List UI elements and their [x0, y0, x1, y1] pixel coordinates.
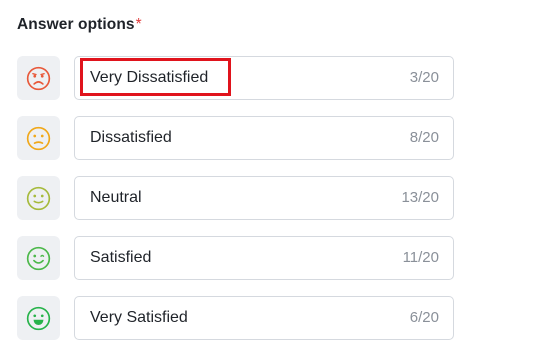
- answer-option-row: Dissatisfied 8/20: [17, 116, 454, 160]
- answer-options-form: Answer options* Very Dissatisfied 3/20 D…: [0, 0, 540, 362]
- answer-option-input[interactable]: Dissatisfied 8/20: [74, 116, 454, 160]
- very-dissatisfied-icon-button[interactable]: [17, 56, 60, 100]
- satisfied-face-icon: [26, 246, 51, 270]
- character-count: 8/20: [409, 129, 439, 146]
- answer-option-text: Very Satisfied: [90, 309, 188, 326]
- character-count: 11/20: [402, 249, 439, 266]
- answer-option-text: Dissatisfied: [90, 129, 172, 146]
- answer-option-input[interactable]: Satisfied 11/20: [74, 236, 454, 280]
- answer-option-row: Satisfied 11/20: [17, 236, 454, 280]
- very-satisfied-face-icon: [26, 306, 51, 330]
- answer-options-label-text: Answer options: [17, 16, 135, 33]
- answer-option-row: Very Satisfied 6/20: [17, 296, 454, 340]
- dissatisfied-icon-button[interactable]: [17, 116, 60, 160]
- character-count: 13/20: [401, 189, 439, 206]
- answer-options-label: Answer options*: [17, 14, 142, 36]
- very-satisfied-icon-button[interactable]: [17, 296, 60, 340]
- character-count: 6/20: [409, 309, 439, 326]
- required-indicator: *: [135, 16, 142, 33]
- answer-option-text: Very Dissatisfied: [90, 69, 209, 86]
- very-dissatisfied-face-icon: [26, 66, 51, 90]
- character-count: 3/20: [409, 69, 439, 86]
- answer-option-text: Satisfied: [90, 249, 152, 266]
- answer-option-row: Neutral 13/20: [17, 176, 454, 220]
- satisfied-icon-button[interactable]: [17, 236, 60, 280]
- answer-option-text: Neutral: [90, 189, 142, 206]
- answer-option-input[interactable]: Very Satisfied 6/20: [74, 296, 454, 340]
- answer-option-input[interactable]: Very Dissatisfied 3/20: [74, 56, 454, 100]
- answer-option-row: Very Dissatisfied 3/20: [17, 56, 454, 100]
- neutral-face-icon: [26, 186, 51, 210]
- neutral-icon-button[interactable]: [17, 176, 60, 220]
- answer-option-input[interactable]: Neutral 13/20: [74, 176, 454, 220]
- dissatisfied-face-icon: [26, 126, 51, 150]
